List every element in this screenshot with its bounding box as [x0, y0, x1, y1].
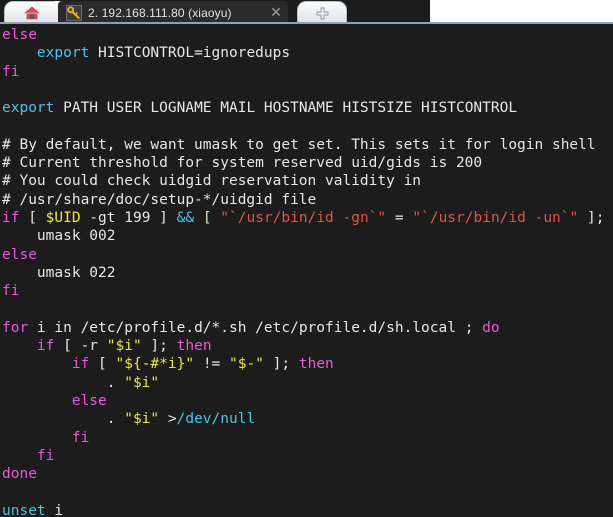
- close-icon[interactable]: ✕: [268, 4, 284, 21]
- terminal-token: fi: [71, 429, 90, 446]
- terminal-line: unset i: [2, 502, 613, 517]
- terminal-token: if: [2, 209, 20, 226]
- terminal-token: export: [2, 100, 55, 117]
- terminal-line: else: [2, 392, 613, 410]
- terminal-token: "$i": [106, 338, 142, 355]
- terminal-token: .: [2, 374, 125, 391]
- terminal-token: # Current threshold for system reserved …: [2, 155, 483, 172]
- terminal-line: if [ "${-#*i}" != "$-" ]; then: [2, 355, 613, 373]
- terminal-line: fi: [2, 447, 613, 465]
- terminal-line: # /usr/share/doc/setup-*/uidgid file: [2, 191, 613, 209]
- terminal-token: -gt 199 ]: [80, 209, 177, 226]
- terminal-token: ];: [141, 338, 177, 355]
- key-icon: [66, 4, 82, 21]
- terminal-screen[interactable]: else export HISTCONTROL=ignoredups fi exp…: [0, 24, 613, 517]
- terminal-token: if: [71, 356, 90, 373]
- terminal-token: PATH USER LOGNAME MAIL HOSTNAME HISTSIZE…: [54, 100, 518, 117]
- tab-bar: 2. 192.168.111.80 (xiaoyu) ✕: [0, 0, 613, 24]
- terminal-token: [: [194, 209, 221, 226]
- plus-icon: [316, 7, 328, 20]
- terminal-token: i: [45, 502, 64, 517]
- terminal-token: "`/usr/bin/id -gn`": [220, 209, 387, 226]
- terminal-token: "$i": [124, 411, 160, 428]
- terminal-token: !=: [194, 356, 230, 373]
- terminal-token: do: [482, 319, 500, 336]
- terminal-text: else export HISTCONTROL=ignoredups fi exp…: [2, 26, 613, 517]
- terminal-token: "$-": [229, 356, 264, 373]
- terminal-token: "`/usr/bin/id -un`": [412, 209, 579, 226]
- terminal-line: # Current threshold for system reserved …: [2, 154, 613, 172]
- terminal-line: fi: [2, 429, 613, 447]
- terminal-token: [: [19, 209, 46, 226]
- terminal-token: # You could check uidgid reservation val…: [2, 173, 422, 190]
- terminal-token: then: [298, 356, 334, 373]
- terminal-line: for i in /etc/profile.d/*.sh /etc/profil…: [2, 319, 613, 337]
- terminal-token: if: [36, 338, 55, 355]
- terminal-line: umask 002: [2, 227, 613, 245]
- terminal-line: else: [2, 246, 613, 264]
- terminal-line: export PATH USER LOGNAME MAIL HOSTNAME H…: [2, 99, 613, 117]
- terminal-line: . "$i": [2, 374, 613, 392]
- terminal-token: fi: [36, 447, 55, 464]
- new-tab-button[interactable]: [297, 1, 347, 24]
- terminal-line: if [ $UID -gt 199 ] && [ "`/usr/bin/id -…: [2, 209, 613, 227]
- terminal-token: [: [89, 356, 116, 373]
- terminal-line: # By default, we want umask to get set. …: [2, 136, 613, 154]
- terminal-line: fi: [2, 282, 613, 300]
- home-icon: [24, 6, 40, 20]
- terminal-token: fi: [2, 283, 20, 300]
- terminal-token: done: [2, 466, 37, 483]
- terminal-token: =: [386, 209, 413, 226]
- terminal-token: >: [159, 411, 177, 428]
- terminal-line: fi: [2, 63, 613, 81]
- tab-bar-underline: [0, 22, 613, 24]
- terminal-token: "${-#*i}": [115, 356, 195, 373]
- terminal-token: export: [36, 45, 90, 62]
- terminal-token: /dev/null: [176, 411, 256, 428]
- terminal-line: . "$i" >/dev/null: [2, 410, 613, 428]
- terminal-token: HISTCONTROL=ignoredups: [89, 45, 291, 62]
- terminal-line: umask 022: [2, 264, 613, 282]
- tab-session-active[interactable]: 2. 192.168.111.80 (xiaoyu) ✕: [58, 1, 288, 24]
- terminal-token: # /usr/share/doc/setup-*/uidgid file: [2, 191, 317, 208]
- terminal-token: ];: [578, 209, 613, 226]
- terminal-line: export HISTCONTROL=ignoredups: [2, 44, 613, 62]
- terminal-token: then: [176, 338, 212, 355]
- terminal-token: .: [2, 411, 125, 428]
- terminal-line: # You could check uidgid reservation val…: [2, 172, 613, 190]
- terminal-line: else: [2, 26, 613, 44]
- terminal-token: # By default, we want umask to get set. …: [2, 136, 596, 153]
- tab-session-label: 2. 192.168.111.80 (xiaoyu): [88, 5, 232, 20]
- terminal-token: "$i": [124, 374, 160, 391]
- terminal-token: i in /etc/profile.d/*.sh /etc/profile.d/…: [28, 319, 483, 336]
- terminal-token: else: [2, 246, 37, 263]
- terminal-token: else: [2, 27, 37, 43]
- terminal-token: [ -r: [54, 338, 107, 355]
- terminal-token: umask 002: [2, 228, 116, 245]
- terminal-token: $UID: [45, 209, 81, 226]
- tab-home[interactable]: [4, 1, 66, 24]
- terminal-token: unset: [2, 502, 46, 517]
- terminal-token: else: [71, 392, 107, 409]
- terminal-token: fi: [2, 63, 20, 80]
- terminal-token: umask 022: [2, 264, 116, 281]
- terminal-token: &&: [176, 209, 195, 226]
- terminal-token: for: [2, 319, 29, 336]
- terminal-line: done: [2, 465, 613, 483]
- terminal-line: if [ -r "$i" ]; then: [2, 337, 613, 355]
- terminal-token: ];: [263, 356, 299, 373]
